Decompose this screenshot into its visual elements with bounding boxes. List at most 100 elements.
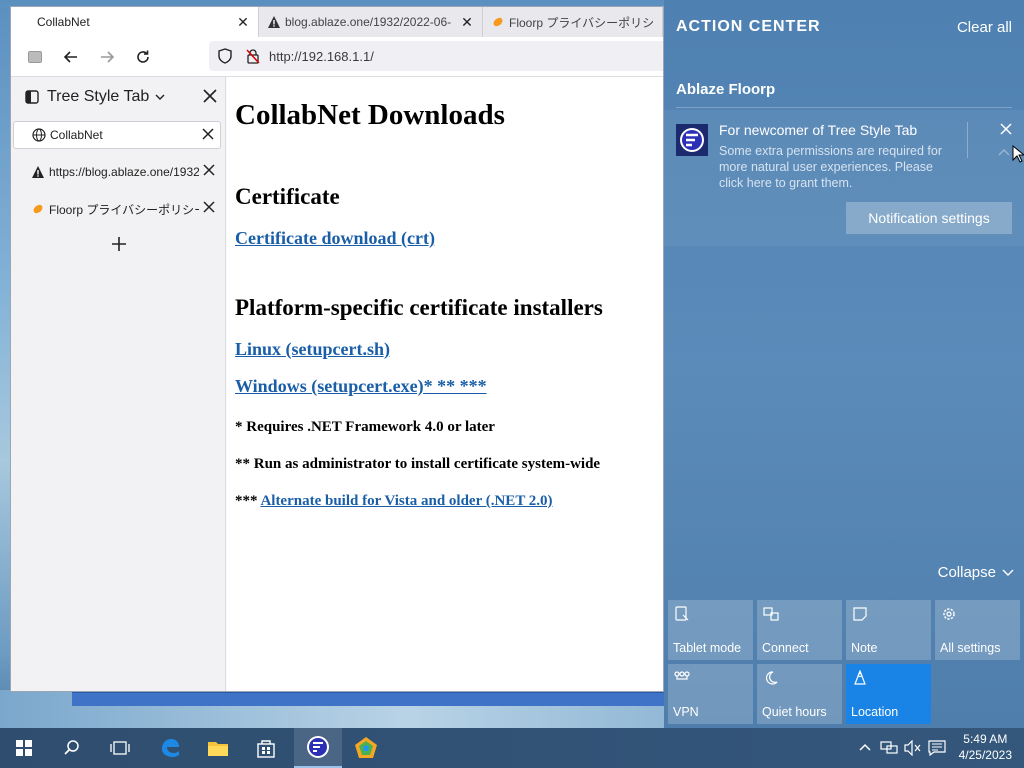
- close-icon[interactable]: [202, 128, 214, 143]
- note-dotnet-requirement: * Requires .NET Framework 4.0 or later: [235, 419, 495, 435]
- sidebar-tab-collabnet[interactable]: CollabNet: [13, 121, 221, 149]
- insecure-lock-icon: [246, 49, 260, 64]
- windows-installer-link[interactable]: Windows (setupcert.exe)* ** ***: [235, 376, 487, 396]
- notification-body: Some extra permissions are required for …: [719, 144, 943, 190]
- mouse-pointer-icon: [1012, 145, 1024, 163]
- taskbar-store[interactable]: [242, 728, 290, 768]
- sidebar-tab-label: Floorp プライバシーポリシー: [49, 202, 199, 217]
- divider: [676, 107, 1012, 108]
- volume-muted-icon[interactable]: [904, 740, 922, 756]
- back-arrow-icon: [63, 50, 77, 63]
- start-button[interactable]: [0, 728, 48, 768]
- notification-title: For newcomer of Tree Style Tab: [719, 122, 918, 138]
- page-title: CollabNet Downloads: [235, 99, 505, 131]
- close-icon: [203, 89, 217, 103]
- quick-action-label: Tablet mode: [673, 641, 742, 655]
- moon-icon: [765, 671, 778, 685]
- globe-icon: [32, 128, 46, 142]
- tab-label: blog.ablaze.one/1932/2022-06-…: [285, 15, 452, 29]
- quick-action-label: Quiet hours: [762, 705, 827, 719]
- network-icon[interactable]: [880, 740, 898, 756]
- quick-action-note[interactable]: Note: [846, 600, 931, 660]
- clock-time: 5:49 AM: [963, 732, 1008, 746]
- note-icon: [853, 607, 867, 621]
- sidebar-toggle-button[interactable]: [17, 41, 53, 73]
- quick-action-tablet-mode[interactable]: Tablet mode: [668, 600, 753, 660]
- forward-button[interactable]: [89, 41, 125, 73]
- platform-installers-heading: Platform-specific certificate installers: [235, 295, 603, 320]
- taskbar-edge[interactable]: [146, 728, 194, 768]
- chevron-up-icon: [998, 149, 1010, 156]
- note-alternate-build: *** Alternate build for Vista and older …: [235, 493, 663, 510]
- close-icon[interactable]: [203, 201, 215, 216]
- floorp-leaf-icon: [33, 204, 43, 214]
- taskbar-floorp[interactable]: [294, 728, 342, 768]
- reload-button[interactable]: [125, 41, 161, 73]
- gear-icon: [943, 608, 955, 620]
- quick-action-label: Note: [851, 641, 878, 655]
- new-tab-button[interactable]: [11, 229, 226, 259]
- shield-icon: [218, 48, 232, 64]
- floorp-app-icon: [307, 736, 329, 758]
- certificate-heading: Certificate: [235, 184, 340, 209]
- collapse-notification-button[interactable]: [998, 143, 1010, 161]
- vpn-icon: [674, 671, 690, 680]
- linux-installer-link[interactable]: Linux (setupcert.sh): [235, 339, 390, 359]
- sidebar-tab-floorp[interactable]: Floorp プライバシーポリシー: [13, 195, 221, 223]
- chevron-up-icon[interactable]: [858, 740, 872, 754]
- collapse-label: Collapse: [937, 564, 996, 581]
- close-sidebar-button[interactable]: [203, 89, 217, 108]
- search-button[interactable]: [48, 728, 96, 768]
- tab-label: Floorp プライバシーポリシ: [509, 15, 654, 30]
- windows-logo-icon: [16, 740, 32, 756]
- quick-action-vpn[interactable]: VPN: [668, 664, 753, 724]
- quick-action-quiet-hours[interactable]: Quiet hours: [757, 664, 842, 724]
- action-center-title: ACTION CENTER: [676, 18, 821, 35]
- certificate-download-link[interactable]: Certificate download (crt): [235, 228, 435, 248]
- location-icon: [854, 670, 866, 685]
- edge-browser-icon: [162, 739, 179, 757]
- sidebar-tab-blog[interactable]: https://blog.ablaze.one/1932: [13, 158, 221, 186]
- note-run-as-admin: ** Run as administrator to install certi…: [235, 456, 601, 472]
- sidebar-icon: [25, 90, 39, 104]
- search-icon: [64, 740, 79, 755]
- clear-all-button[interactable]: Clear all: [957, 19, 1012, 36]
- notification-settings-button[interactable]: Notification settings: [846, 202, 1012, 234]
- quick-action-location[interactable]: Location: [846, 664, 931, 724]
- background-window-edge: [72, 692, 664, 706]
- floorp-leaf-icon: [493, 17, 503, 27]
- divider: [967, 122, 968, 158]
- notification-app-name: Ablaze Floorp: [676, 81, 776, 98]
- quick-action-connect[interactable]: Connect: [757, 600, 842, 660]
- collapse-button[interactable]: Collapse: [938, 564, 1014, 581]
- tablet-icon: [675, 606, 689, 621]
- browser-tab-floorp[interactable]: Floorp プライバシーポリシ: [483, 7, 663, 37]
- floorp-app-icon: [676, 124, 708, 156]
- dismiss-notification-button[interactable]: [1000, 122, 1012, 140]
- reload-icon: [137, 50, 149, 63]
- url-text: http://192.168.1.1/: [269, 48, 374, 64]
- browser-tab-blog[interactable]: blog.ablaze.one/1932/2022-06-… ✕: [259, 7, 483, 37]
- pentagon-app-icon: [355, 737, 377, 758]
- note-alternate-prefix: ***: [235, 493, 261, 509]
- notification-card[interactable]: For newcomer of Tree Style Tab Some extr…: [664, 110, 1024, 246]
- page-content: CollabNet Downloads Certificate Certific…: [227, 77, 663, 691]
- alternate-build-link[interactable]: Alternate build for Vista and older (.NE…: [260, 493, 552, 509]
- action-center-icon[interactable]: [928, 740, 946, 756]
- close-icon[interactable]: ✕: [460, 14, 474, 31]
- tab-label: CollabNet: [37, 15, 90, 29]
- close-icon[interactable]: ✕: [236, 14, 250, 31]
- clock[interactable]: 5:49 AM 4/25/2023: [959, 731, 1012, 763]
- task-view-button[interactable]: [96, 728, 144, 768]
- quick-action-all-settings[interactable]: All settings: [935, 600, 1020, 660]
- taskbar-file-explorer[interactable]: [194, 728, 242, 768]
- url-bar[interactable]: http://192.168.1.1/: [209, 41, 663, 71]
- back-button[interactable]: [53, 41, 89, 73]
- taskbar-colorful-app[interactable]: [342, 728, 390, 768]
- sidebar-header[interactable]: Tree Style Tab: [11, 77, 225, 117]
- browser-tab-collabnet[interactable]: CollabNet ✕: [11, 7, 259, 37]
- close-icon[interactable]: [203, 164, 215, 179]
- sidebar-tab-label: https://blog.ablaze.one/1932: [49, 165, 199, 179]
- chevron-down-icon[interactable]: [155, 92, 165, 102]
- close-icon: [1000, 123, 1012, 135]
